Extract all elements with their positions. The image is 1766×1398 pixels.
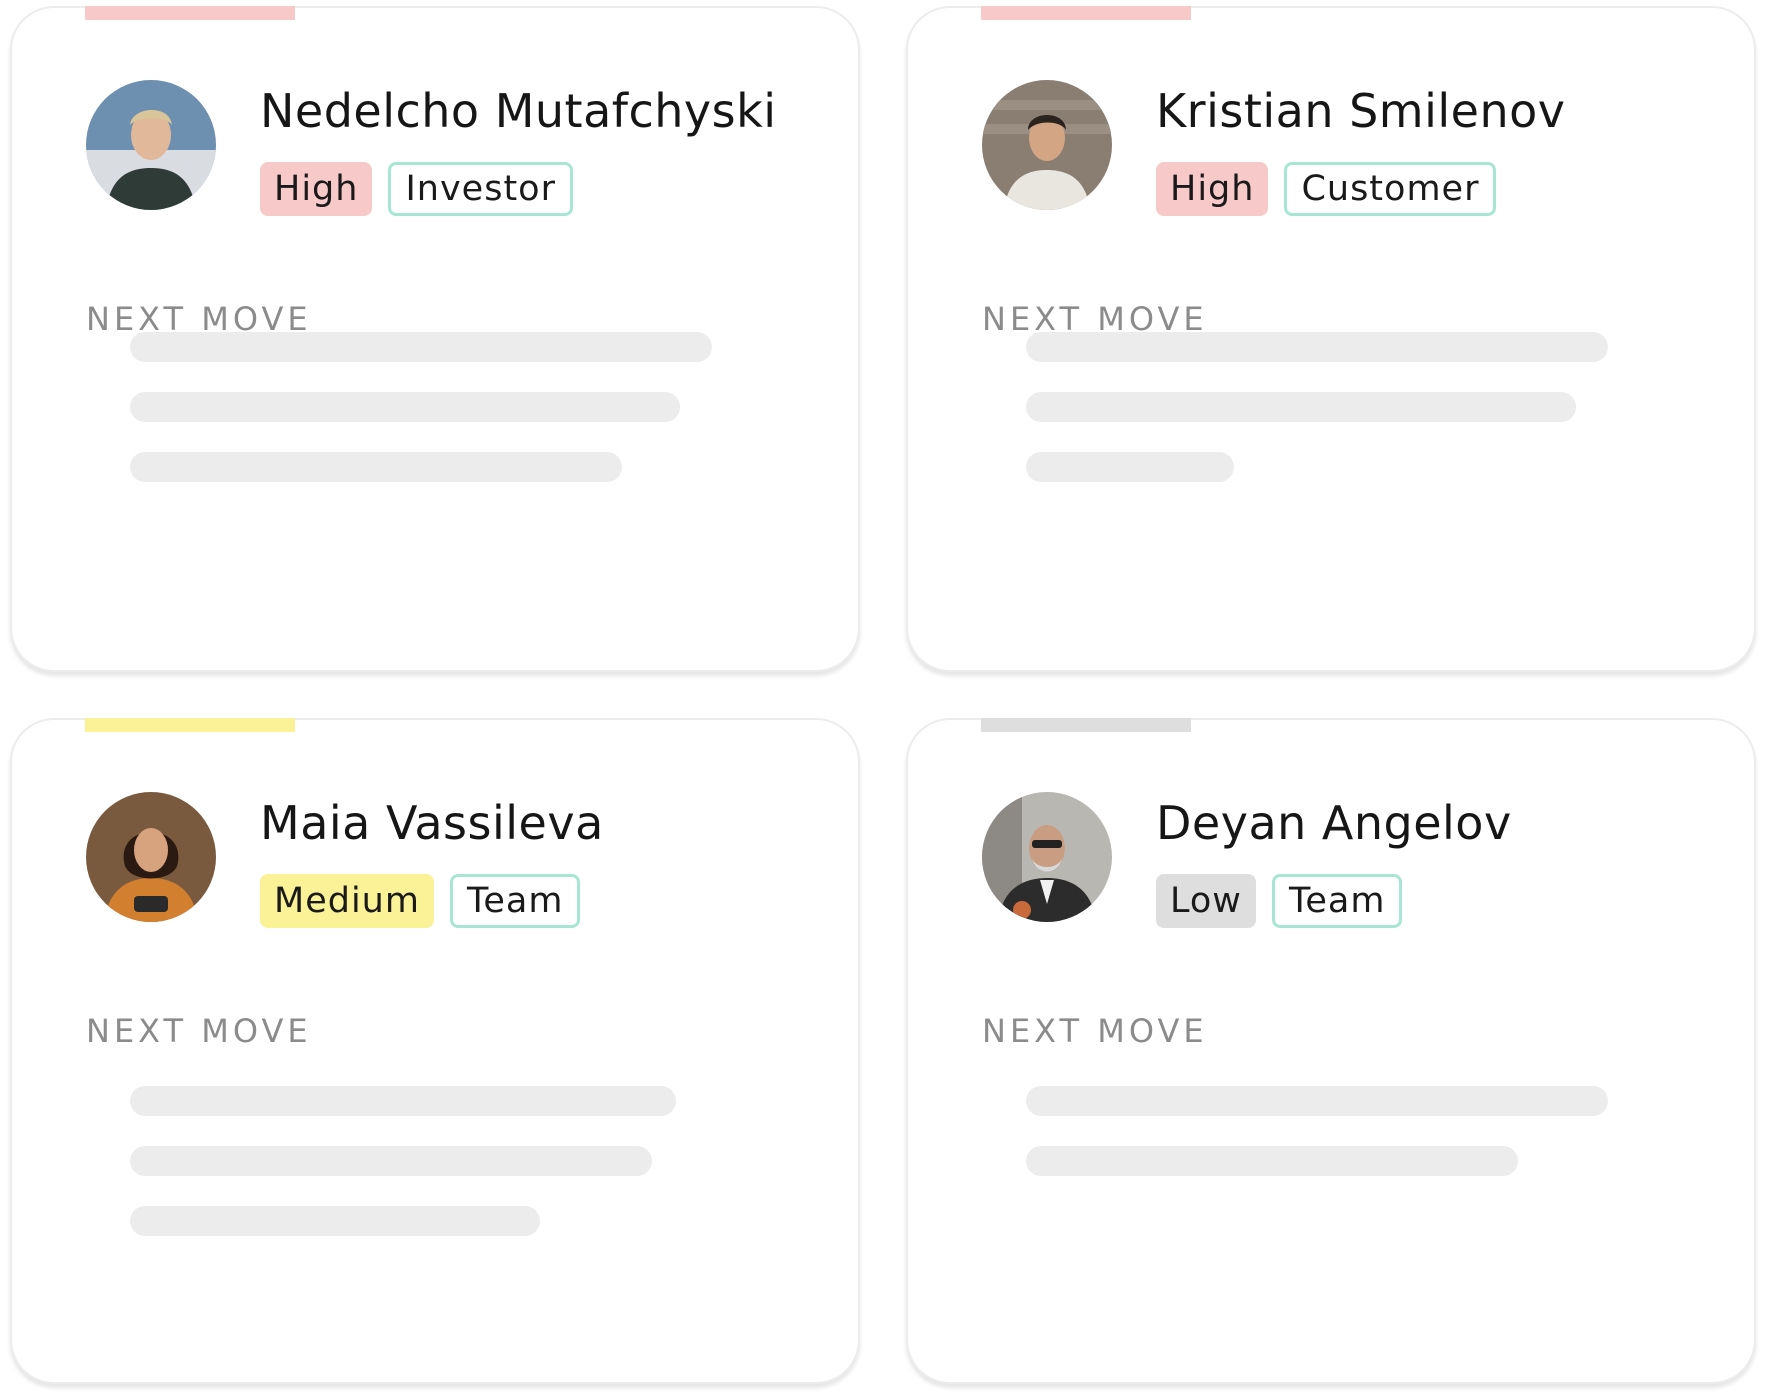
avatar bbox=[86, 80, 216, 210]
skeleton-line bbox=[130, 1206, 540, 1236]
next-move-label: NEXT MOVE bbox=[982, 1012, 1208, 1050]
contact-card[interactable]: Deyan Angelov Low Team NEXT MOVE bbox=[906, 718, 1756, 1384]
contact-card[interactable]: Maia Vassileva Medium Team NEXT MOVE bbox=[10, 718, 860, 1384]
skeleton-line bbox=[1026, 392, 1576, 422]
contact-name: Maia Vassileva bbox=[260, 796, 604, 850]
relationship-tag: Investor bbox=[388, 162, 573, 216]
skeleton-line bbox=[1026, 332, 1608, 362]
priority-accent-bar bbox=[981, 6, 1191, 20]
contact-card[interactable]: Nedelcho Mutafchyski High Investor NEXT … bbox=[10, 6, 860, 672]
priority-tag: Medium bbox=[260, 874, 434, 928]
tag-group: High Customer bbox=[1156, 162, 1497, 216]
priority-tag: Low bbox=[1156, 874, 1256, 928]
tag-group: Medium Team bbox=[260, 874, 581, 928]
skeleton-line bbox=[1026, 1146, 1518, 1176]
next-move-label: NEXT MOVE bbox=[86, 1012, 312, 1050]
priority-tag: High bbox=[1156, 162, 1269, 216]
skeleton-line bbox=[130, 1086, 676, 1116]
relationship-tag: Customer bbox=[1284, 162, 1497, 216]
skeleton-line bbox=[130, 1146, 652, 1176]
contact-card[interactable]: Kristian Smilenov High Customer NEXT MOV… bbox=[906, 6, 1756, 672]
skeleton-line bbox=[1026, 1086, 1608, 1116]
skeleton-line bbox=[130, 392, 680, 422]
contact-name: Deyan Angelov bbox=[1156, 796, 1512, 850]
relationship-tag: Team bbox=[1271, 874, 1403, 928]
priority-tag: High bbox=[260, 162, 373, 216]
tag-group: Low Team bbox=[1156, 874, 1403, 928]
priority-accent-bar bbox=[85, 718, 295, 732]
priority-accent-bar bbox=[981, 718, 1191, 732]
skeleton-line bbox=[1026, 452, 1234, 482]
skeleton-line bbox=[130, 452, 622, 482]
contact-name: Kristian Smilenov bbox=[1156, 84, 1566, 138]
tag-group: High Investor bbox=[260, 162, 573, 216]
avatar bbox=[982, 80, 1112, 210]
relationship-tag: Team bbox=[449, 874, 581, 928]
avatar bbox=[86, 792, 216, 922]
skeleton-line bbox=[130, 332, 712, 362]
priority-accent-bar bbox=[85, 6, 295, 20]
contact-name: Nedelcho Mutafchyski bbox=[260, 84, 777, 138]
avatar bbox=[982, 792, 1112, 922]
